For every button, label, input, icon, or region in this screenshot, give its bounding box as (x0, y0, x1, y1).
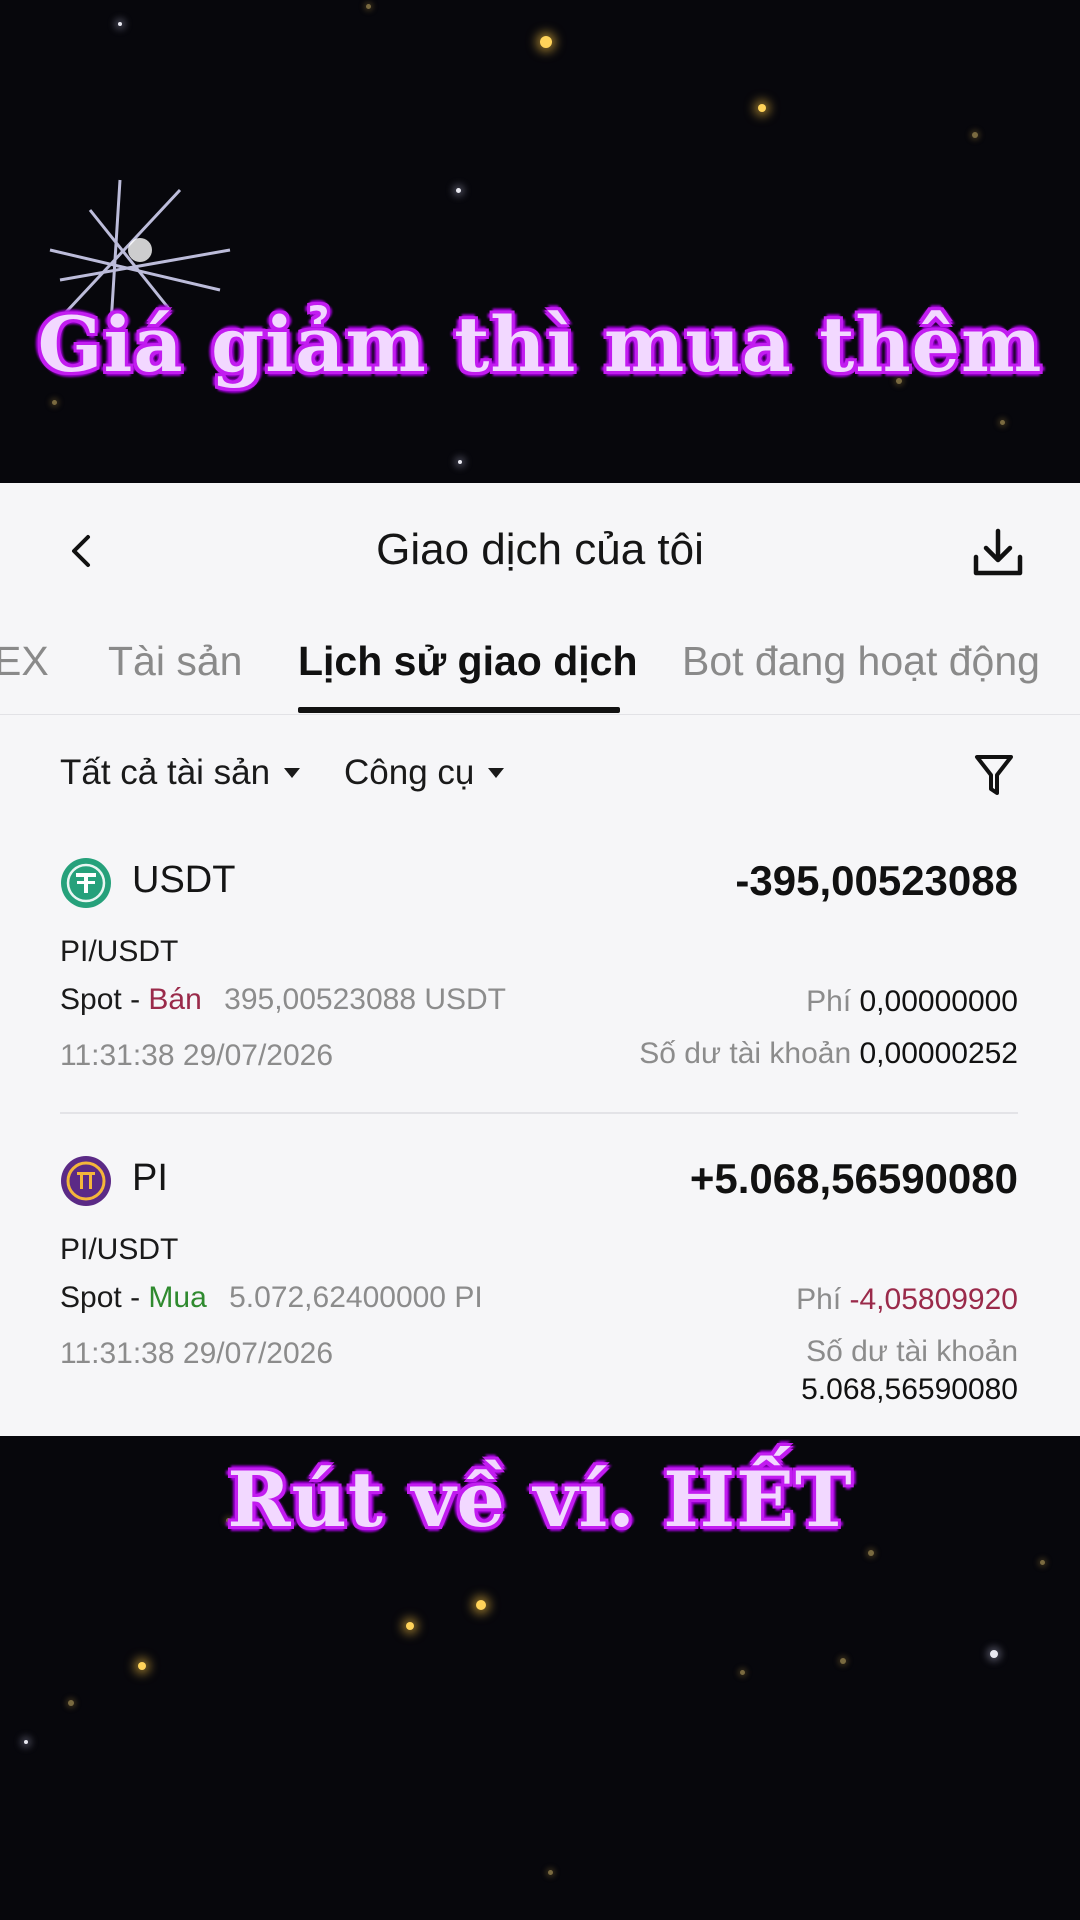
fee-value: 0,00000000 (859, 985, 1019, 1018)
tab-bar: EX Tài sản Lịch sử giao dịch Bot đang ho… (0, 483, 1080, 715)
tab-assets[interactable]: Tài sản (108, 638, 242, 685)
star (456, 188, 461, 193)
transaction-amount: -395,00523088 (735, 857, 1018, 904)
balance-label: Số dư tài khoản (806, 1335, 1018, 1368)
balance-value: 5.068,56590080 (801, 1373, 1018, 1406)
star (1040, 1560, 1045, 1565)
star (548, 1870, 553, 1875)
transaction-amount: +5.068,56590080 (689, 1155, 1018, 1202)
caret-down-icon (284, 768, 301, 778)
order-quantity: 395,00523088 USDT (224, 983, 507, 1016)
star (458, 460, 462, 464)
trading-pair: PI/USDT (60, 935, 179, 968)
tool-filter-label: Công cụ (344, 753, 475, 792)
star (990, 1650, 998, 1658)
tab-ex[interactable]: EX (0, 638, 49, 685)
transaction-time: 11:31:38 29/07/2026 (60, 1337, 334, 1370)
order-side-sell: Bán (148, 983, 202, 1016)
funnel-icon[interactable] (974, 753, 1014, 797)
balance-label: Số dư tài khoản (639, 1037, 852, 1070)
star (540, 36, 552, 48)
balance-value: 0,00000252 (859, 1037, 1019, 1070)
fee: Phí 0,00000000 (806, 985, 1018, 1019)
star (868, 1550, 874, 1556)
coin-name: USDT (132, 859, 236, 901)
star (740, 1670, 745, 1675)
order-type: Spot - Bán 395,00523088 USDT (60, 983, 506, 1017)
star (758, 104, 766, 112)
star (406, 1622, 414, 1630)
order-side-buy: Mua (148, 1281, 207, 1314)
star (138, 1662, 146, 1670)
caption-top: Giá giảm thì mua thêm (37, 300, 1043, 389)
fee-value: -4,05809920 (849, 1283, 1019, 1316)
transaction-time: 11:31:38 29/07/2026 (60, 1039, 334, 1072)
order-market: Spot (60, 1281, 122, 1314)
caption-bottom: Rút về ví. HẾT (227, 1455, 853, 1544)
fee-label: Phí (796, 1283, 842, 1316)
tab-trade-history[interactable]: Lịch sử giao dịch (298, 638, 638, 685)
star (118, 22, 122, 26)
asset-filter-dropdown[interactable]: Tất cả tài sản (60, 753, 301, 793)
star (972, 132, 978, 138)
star (840, 1658, 846, 1664)
star (24, 1740, 28, 1744)
star (1000, 420, 1005, 425)
fee-label: Phí (806, 985, 852, 1018)
account-balance: Số dư tài khoản 0,00000252 (639, 1037, 1018, 1071)
order-type: Spot - Mua 5.072,62400000 PI (60, 1281, 483, 1315)
star (366, 4, 371, 9)
pi-network-icon (61, 1156, 111, 1206)
tab-active-bots[interactable]: Bot đang hoạt động (682, 638, 1040, 685)
filter-bar: Tất cả tài sản Công cụ (0, 753, 1080, 813)
order-quantity: 5.072,62400000 PI (229, 1281, 483, 1314)
order-separator: - (130, 983, 141, 1016)
star (68, 1700, 74, 1706)
tab-divider (0, 714, 1080, 715)
star (476, 1600, 486, 1610)
star (52, 400, 57, 405)
asset-filter-label: Tất cả tài sản (60, 753, 271, 792)
coin-name: PI (132, 1157, 168, 1199)
tool-filter-dropdown[interactable]: Công cụ (344, 753, 505, 793)
order-separator: - (130, 1281, 141, 1314)
fee: Phí -4,05809920 (796, 1283, 1018, 1317)
tether-icon (61, 858, 111, 908)
caret-down-icon (488, 768, 505, 778)
row-divider (60, 1112, 1018, 1114)
trading-pair: PI/USDT (60, 1233, 179, 1266)
order-market: Spot (60, 983, 122, 1016)
active-tab-indicator (298, 707, 620, 713)
